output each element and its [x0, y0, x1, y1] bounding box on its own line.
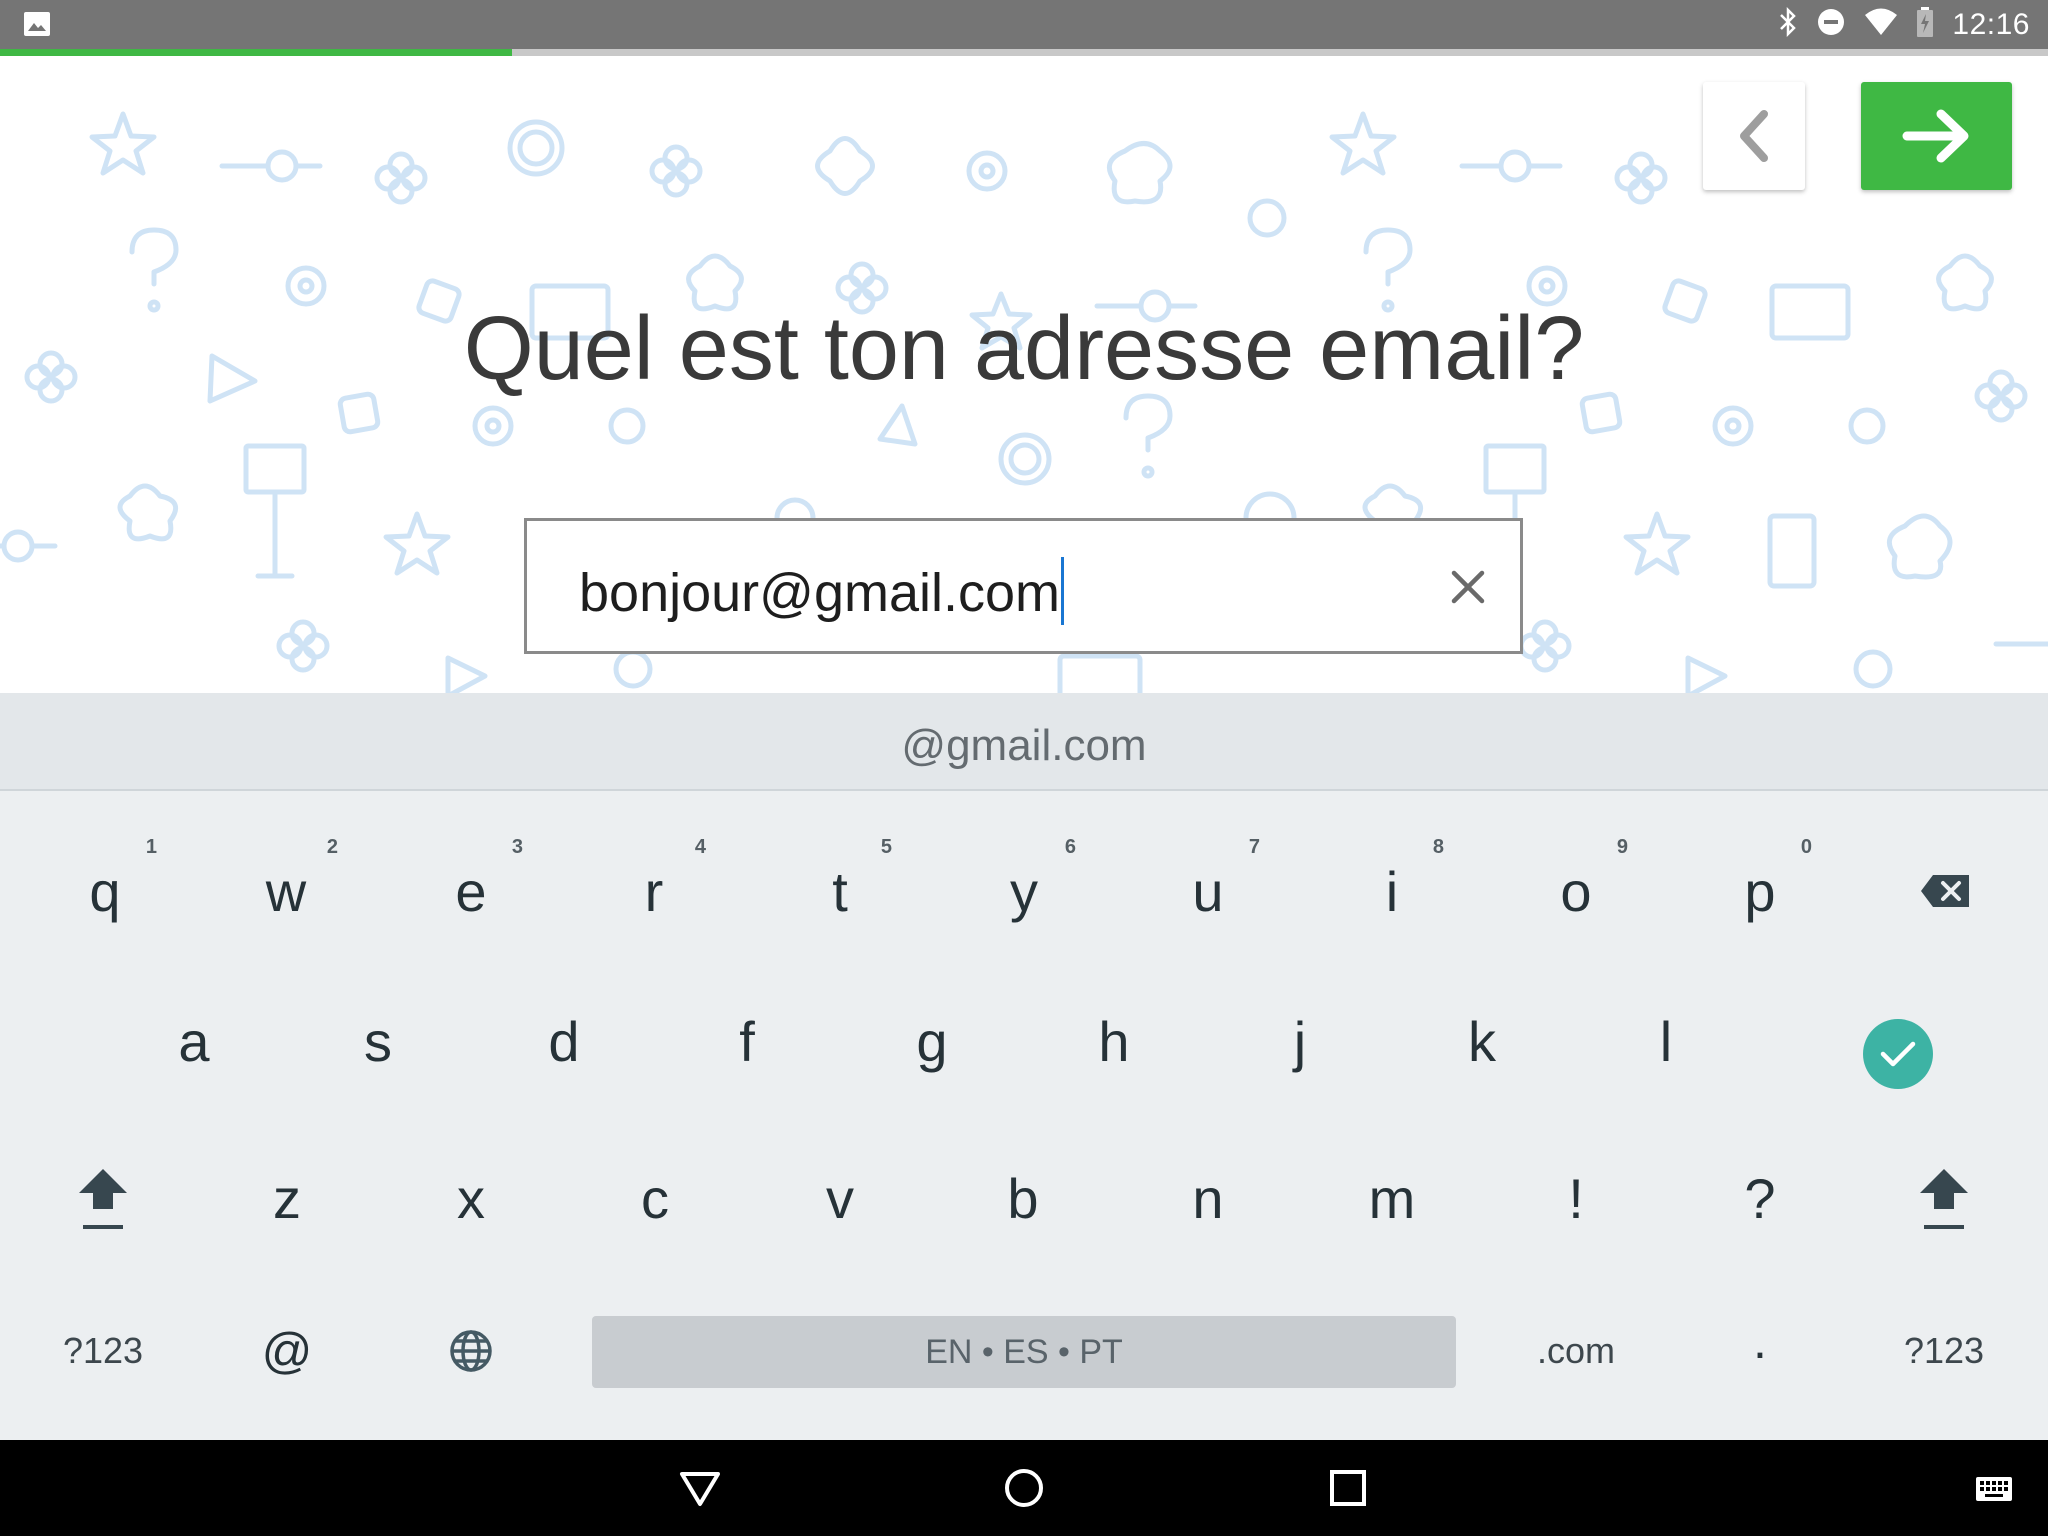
at-key[interactable]: @ — [229, 1301, 345, 1401]
backspace-key[interactable] — [1887, 836, 2003, 946]
status-icons: 12:16 — [1778, 0, 2030, 49]
home-circle-icon — [1005, 1469, 1043, 1507]
key-hint: 3 — [511, 836, 523, 858]
key-b[interactable]: b — [965, 1143, 1081, 1253]
key-label: e — [455, 859, 487, 923]
status-bar: 12:16 — [0, 0, 2048, 49]
image-notification-icon — [24, 12, 50, 41]
key-a[interactable]: a — [136, 986, 252, 1096]
keyboard-icon — [1976, 1477, 2012, 1501]
text-cursor — [1061, 557, 1065, 625]
done-key[interactable] — [1863, 1019, 1933, 1089]
email-value: bonjour@gmail.com — [579, 563, 1061, 623]
back-nav-button[interactable] — [674, 1462, 726, 1514]
recents-square-icon — [1330, 1470, 1366, 1506]
symbols-key-left[interactable]: ?123 — [45, 1301, 161, 1401]
shift-arrow-icon — [79, 1169, 127, 1229]
globe-icon — [450, 1330, 492, 1372]
key-f[interactable]: f — [689, 986, 805, 1096]
key-q[interactable]: 1q — [47, 836, 163, 946]
suggestion-gmail[interactable]: @gmail.com — [901, 721, 1146, 771]
key-e[interactable]: 3e — [413, 836, 529, 946]
chevron-left-icon — [1740, 110, 1768, 162]
key-c[interactable]: c — [597, 1143, 713, 1253]
key-l[interactable]: l — [1608, 986, 1724, 1096]
arrow-right-icon — [1902, 109, 1968, 163]
key-i[interactable]: 8i — [1334, 836, 1450, 946]
key-m[interactable]: m — [1334, 1143, 1450, 1253]
next-button[interactable] — [1861, 82, 2012, 190]
progress-bar — [0, 49, 2048, 56]
email-value-container: bonjour@gmail.com — [579, 557, 1065, 625]
period-key[interactable]: . — [1702, 1291, 1818, 1391]
progress-fill — [0, 49, 512, 56]
shift-arrow-icon — [1920, 1169, 1968, 1229]
key-exclamation[interactable]: ! — [1518, 1143, 1634, 1253]
key-hint: 5 — [880, 836, 892, 858]
key-p[interactable]: 0p — [1702, 836, 1818, 946]
battery-charging-icon — [1916, 7, 1934, 42]
question-heading: Quel est ton adresse email? — [463, 299, 1585, 399]
suggestion-strip: @gmail.com — [0, 693, 2048, 791]
key-g[interactable]: g — [874, 986, 990, 1096]
key-u[interactable]: 7u — [1150, 836, 1266, 946]
home-nav-button[interactable] — [998, 1462, 1050, 1514]
do-not-disturb-icon — [1816, 7, 1846, 42]
key-hint: 6 — [1064, 836, 1076, 858]
shift-key-left[interactable] — [45, 1143, 161, 1253]
key-t[interactable]: 5t — [782, 836, 898, 946]
key-k[interactable]: k — [1424, 986, 1540, 1096]
key-label: q — [89, 859, 121, 923]
key-label: y — [1010, 859, 1038, 923]
key-label: r — [644, 859, 664, 923]
keyboard-switch-button[interactable] — [1972, 1462, 2024, 1514]
question-container: Quel est ton adresse email? — [0, 304, 2048, 414]
key-hint: 7 — [1248, 836, 1260, 858]
key-hint: 8 — [1432, 836, 1444, 858]
key-j[interactable]: j — [1242, 986, 1358, 1096]
key-h[interactable]: h — [1056, 986, 1172, 1096]
key-label: w — [265, 859, 307, 923]
key-question[interactable]: ? — [1702, 1143, 1818, 1253]
shift-key-right[interactable] — [1886, 1143, 2002, 1253]
key-hint: 1 — [145, 836, 157, 858]
key-hint: 0 — [1800, 836, 1812, 858]
key-r[interactable]: 4r — [596, 836, 712, 946]
key-z[interactable]: z — [229, 1143, 345, 1253]
key-hint: 9 — [1616, 836, 1628, 858]
clear-input-button[interactable] — [1444, 563, 1492, 611]
wifi-icon — [1864, 8, 1898, 41]
spacebar[interactable]: EN • ES • PT — [592, 1316, 1456, 1388]
recents-nav-button[interactable] — [1322, 1462, 1374, 1514]
back-triangle-icon — [680, 1472, 720, 1506]
key-n[interactable]: n — [1150, 1143, 1266, 1253]
close-icon — [1451, 570, 1485, 604]
backspace-icon — [1921, 875, 1969, 907]
key-label: t — [832, 859, 848, 923]
dotcom-key[interactable]: .com — [1518, 1301, 1634, 1401]
back-button[interactable] — [1703, 82, 1805, 190]
key-y[interactable]: 6y — [966, 836, 1082, 946]
key-label: i — [1385, 859, 1399, 923]
key-label: o — [1560, 859, 1592, 923]
key-s[interactable]: s — [320, 986, 436, 1096]
key-w[interactable]: 2w — [228, 836, 344, 946]
key-label: p — [1744, 859, 1776, 923]
key-v[interactable]: v — [782, 1143, 898, 1253]
on-screen-keyboard: 1q 2w 3e 4r 5t 6y 7u 8i 9o 0p a s d f g … — [0, 791, 2048, 1440]
email-input[interactable]: bonjour@gmail.com — [524, 518, 1523, 654]
content-area: Quel est ton adresse email? bonjour@gmai… — [0, 56, 2048, 693]
symbols-key-right[interactable]: ?123 — [1886, 1301, 2002, 1401]
key-d[interactable]: d — [506, 986, 622, 1096]
clock: 12:16 — [1952, 7, 2030, 41]
language-key[interactable] — [413, 1301, 529, 1401]
system-navigation-bar — [0, 1440, 2048, 1536]
key-hint: 2 — [326, 836, 338, 858]
key-o[interactable]: 9o — [1518, 836, 1634, 946]
key-x[interactable]: x — [413, 1143, 529, 1253]
bluetooth-icon — [1778, 6, 1798, 42]
key-label: u — [1192, 859, 1224, 923]
checkmark-icon — [1880, 1041, 1916, 1067]
key-hint: 4 — [694, 836, 706, 858]
